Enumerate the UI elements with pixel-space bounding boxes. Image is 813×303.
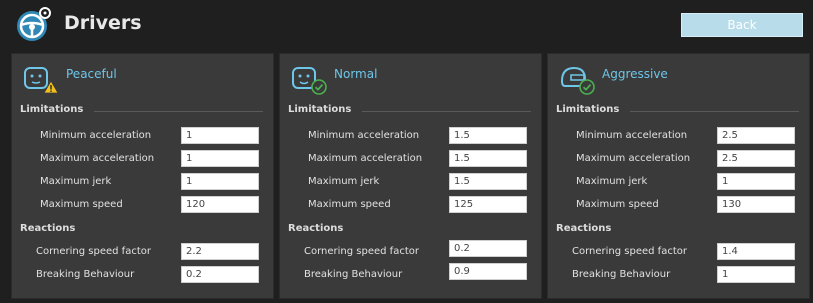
label-max-accel: Maximum acceleration bbox=[576, 153, 691, 164]
divider bbox=[362, 111, 531, 112]
max-speed-input[interactable]: 125 bbox=[449, 196, 527, 213]
max-accel-input[interactable]: 1 bbox=[181, 150, 259, 167]
braking-input[interactable]: 1 bbox=[717, 266, 795, 283]
profile-name: Aggressive bbox=[602, 67, 668, 81]
label-max-accel: Maximum acceleration bbox=[308, 153, 423, 164]
max-speed-input[interactable]: 130 bbox=[717, 196, 795, 213]
check-icon bbox=[579, 79, 595, 95]
label-cornering: Cornering speed factor bbox=[36, 246, 151, 257]
back-button[interactable]: Back bbox=[681, 13, 803, 37]
check-icon bbox=[311, 79, 327, 95]
label-max-jerk: Maximum jerk bbox=[40, 176, 112, 187]
profile-name: Normal bbox=[334, 67, 378, 81]
max-accel-input[interactable]: 1.5 bbox=[449, 150, 527, 167]
label-braking: Breaking Behaviour bbox=[36, 269, 135, 280]
label-max-accel: Maximum acceleration bbox=[40, 153, 155, 164]
label-min-accel: Minimum acceleration bbox=[308, 130, 420, 141]
section-reactions: Reactions bbox=[556, 223, 612, 234]
braking-input[interactable]: 0.2 bbox=[181, 266, 259, 283]
max-accel-input[interactable]: 2.5 bbox=[717, 150, 795, 167]
max-jerk-input[interactable]: 1 bbox=[181, 173, 259, 190]
min-accel-input[interactable]: 1.5 bbox=[449, 127, 527, 144]
driver-panel-aggressive: Aggressive Limitations Minimum accelerat… bbox=[547, 53, 810, 299]
cornering-input[interactable]: 1.4 bbox=[717, 243, 795, 260]
label-cornering: Cornering speed factor bbox=[304, 246, 419, 257]
driver-panel-peaceful: Peaceful Limitations Minimum acceleratio… bbox=[11, 53, 274, 299]
label-max-speed: Maximum speed bbox=[576, 199, 659, 210]
label-max-jerk: Maximum jerk bbox=[576, 176, 648, 187]
label-max-speed: Maximum speed bbox=[40, 199, 123, 210]
label-cornering: Cornering speed factor bbox=[572, 246, 687, 257]
label-braking: Breaking Behaviour bbox=[572, 269, 671, 280]
max-jerk-input[interactable]: 1 bbox=[717, 173, 795, 190]
steering-wheel-icon bbox=[17, 7, 51, 41]
section-limitations: Limitations bbox=[20, 104, 84, 115]
section-limitations: Limitations bbox=[556, 104, 620, 115]
profile-name: Peaceful bbox=[66, 67, 117, 81]
driver-panel-normal: Normal Limitations Minimum acceleration … bbox=[279, 53, 542, 299]
warning-icon bbox=[43, 80, 59, 94]
cornering-input[interactable]: 0.2 bbox=[449, 240, 527, 257]
label-braking: Breaking Behaviour bbox=[304, 269, 403, 280]
min-accel-input[interactable]: 1 bbox=[181, 127, 259, 144]
section-limitations: Limitations bbox=[288, 104, 352, 115]
label-max-jerk: Maximum jerk bbox=[308, 176, 380, 187]
max-speed-input[interactable]: 120 bbox=[181, 196, 259, 213]
section-reactions: Reactions bbox=[20, 223, 76, 234]
braking-input[interactable]: 0.9 bbox=[449, 263, 527, 280]
divider bbox=[630, 111, 799, 112]
header-bar: Drivers Back bbox=[0, 0, 813, 50]
page-title: Drivers bbox=[64, 12, 142, 34]
max-jerk-input[interactable]: 1.5 bbox=[449, 173, 527, 190]
cornering-input[interactable]: 2.2 bbox=[181, 243, 259, 260]
section-reactions: Reactions bbox=[288, 223, 344, 234]
min-accel-input[interactable]: 2.5 bbox=[717, 127, 795, 144]
divider bbox=[94, 111, 263, 112]
label-min-accel: Minimum acceleration bbox=[576, 130, 688, 141]
label-max-speed: Maximum speed bbox=[308, 199, 391, 210]
label-min-accel: Minimum acceleration bbox=[40, 130, 152, 141]
